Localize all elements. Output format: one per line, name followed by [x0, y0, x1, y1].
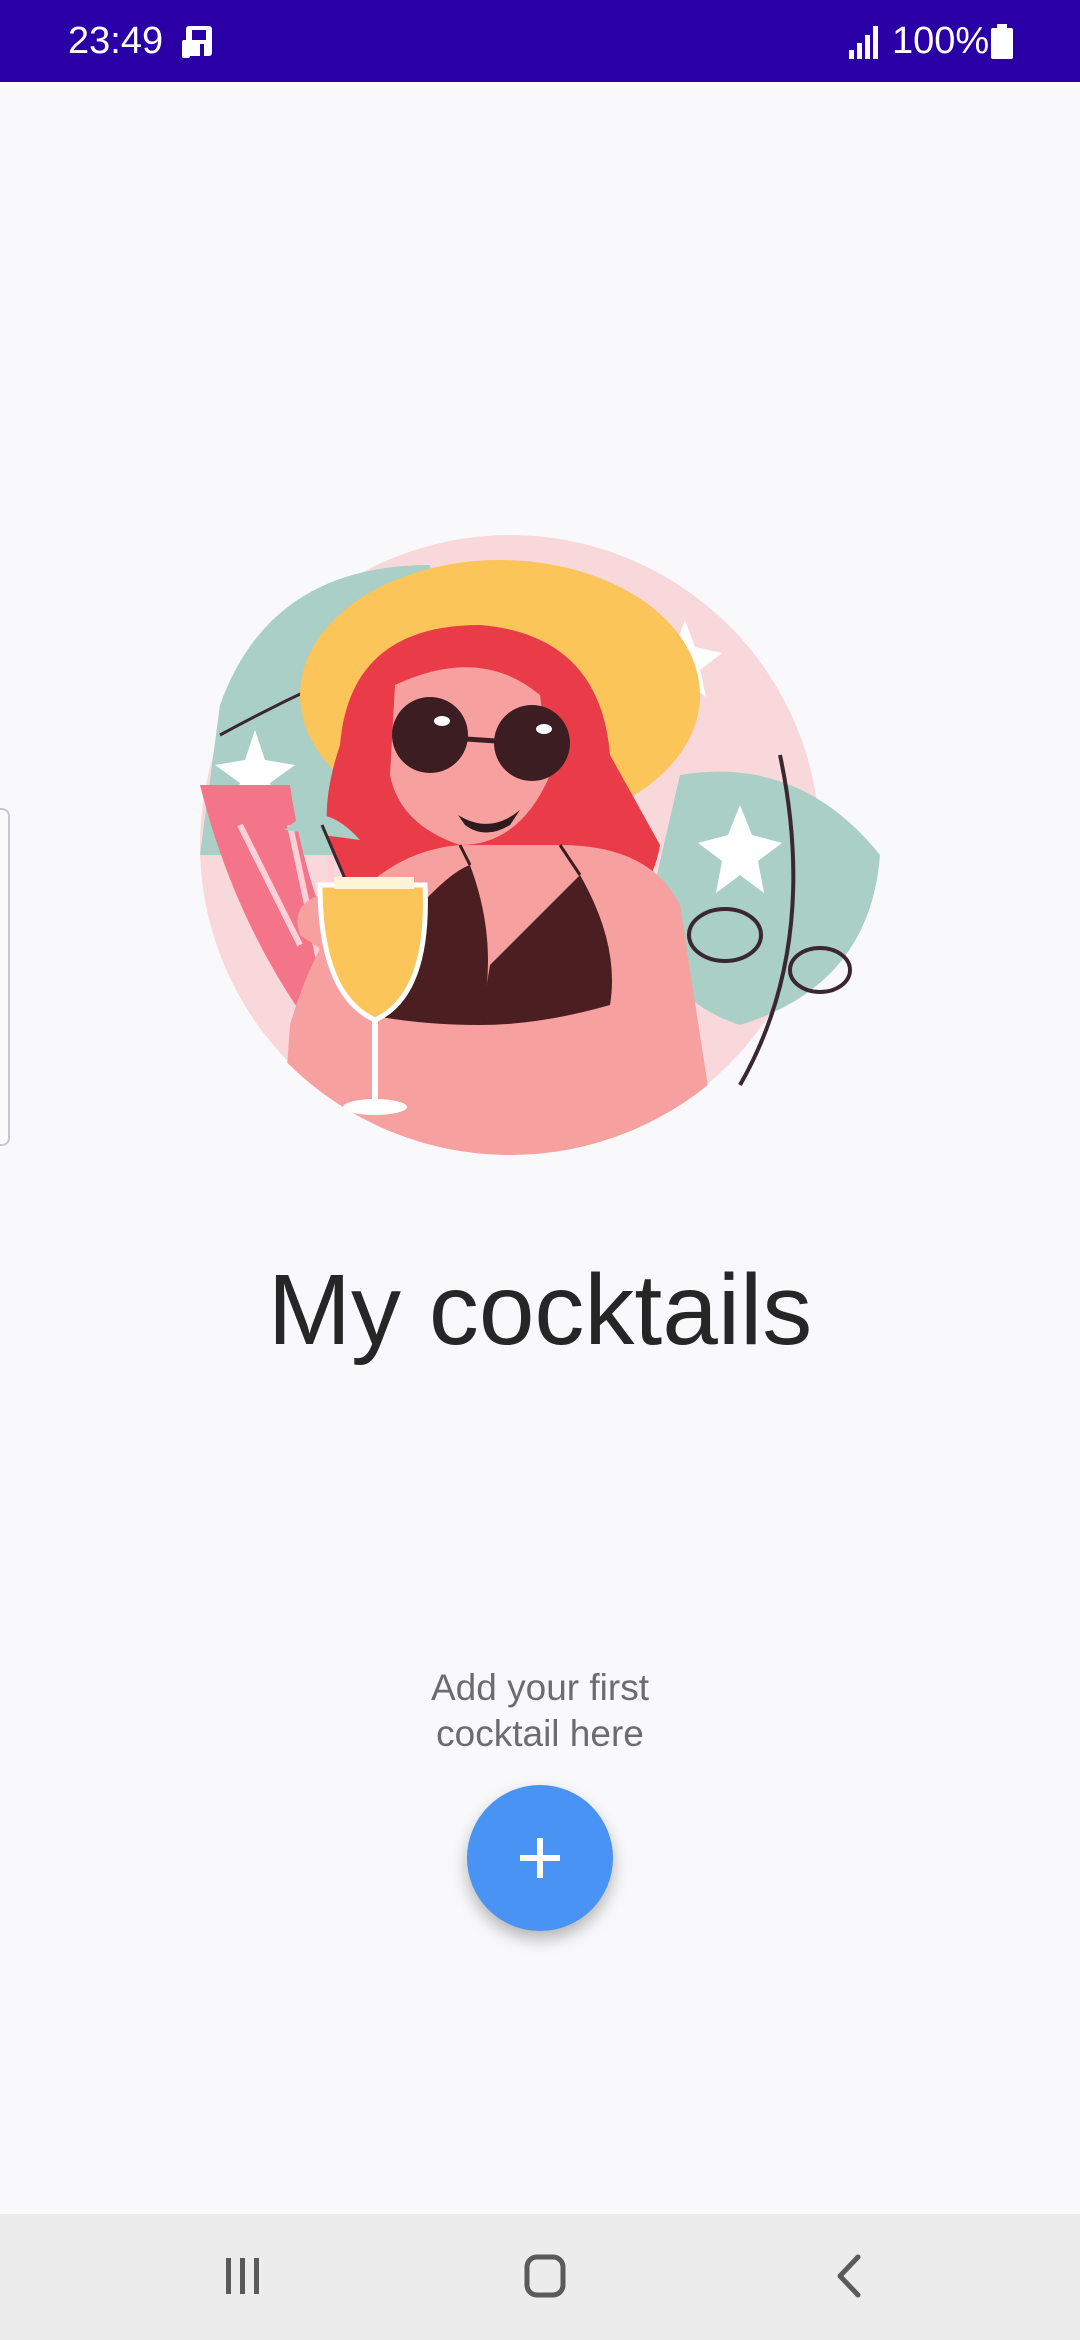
- back-button[interactable]: [810, 2242, 890, 2312]
- woman-with-cocktail-illustration: [200, 535, 880, 1155]
- home-icon: [524, 2254, 566, 2298]
- recent-apps-icon: [226, 2258, 259, 2294]
- navigation-bar: [0, 2214, 1080, 2340]
- notification-icon: [182, 26, 212, 58]
- plus-icon: [520, 1838, 560, 1878]
- back-icon: [837, 2254, 861, 2298]
- status-time: 23:49: [68, 20, 164, 62]
- signal-icon: [849, 26, 878, 59]
- add-cocktail-button[interactable]: [467, 1785, 613, 1931]
- status-bar: 23:49 100%: [0, 0, 1080, 82]
- page-title: My cocktails: [267, 1254, 813, 1366]
- battery-percentage: 100%: [892, 20, 990, 62]
- edge-panel-handle[interactable]: [0, 808, 10, 1146]
- empty-state-hint: Add your first cocktail here: [431, 1667, 649, 1754]
- recent-apps-button[interactable]: [203, 2242, 283, 2312]
- home-button[interactable]: [505, 2242, 585, 2312]
- battery-icon: [991, 24, 1013, 59]
